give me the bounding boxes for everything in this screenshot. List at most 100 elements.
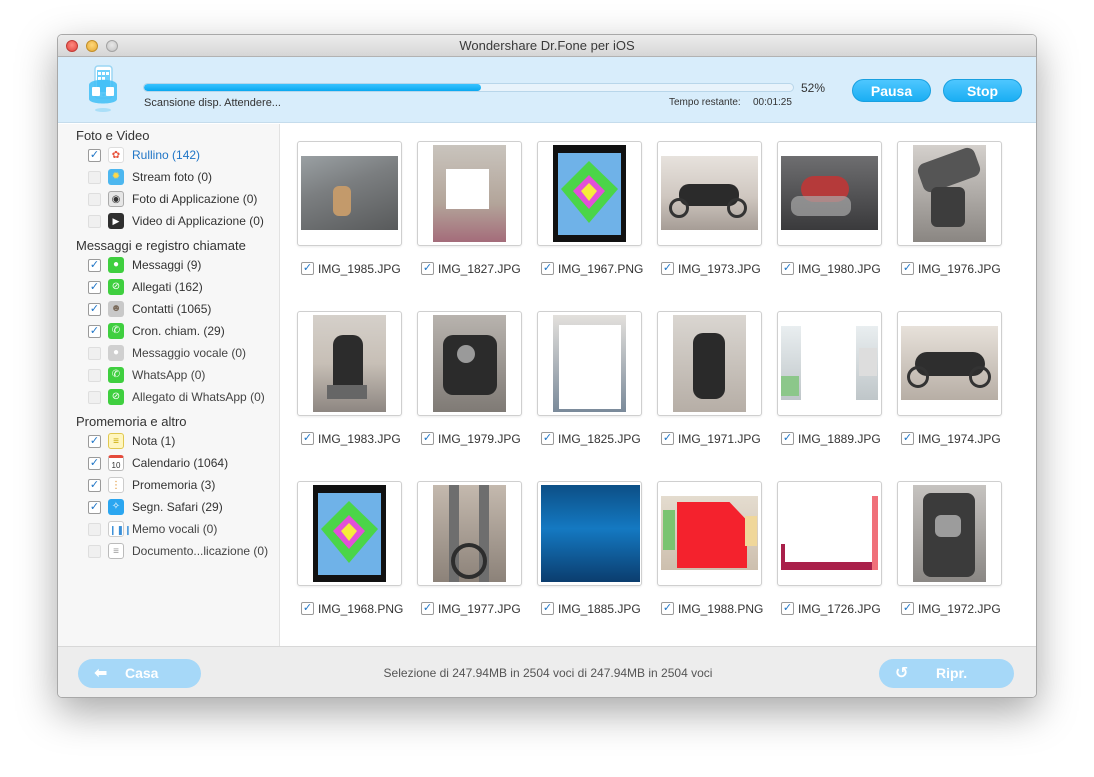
contacts-checkbox[interactable]: ✓ <box>88 303 101 316</box>
sidebar-item-label: Allegati (162) <box>132 280 203 294</box>
sidebar-item-app-videos[interactable]: ▶ Video di Applicazione (0) <box>86 212 276 232</box>
microphone-icon: ● <box>108 345 124 361</box>
photo-checkbox[interactable]: ✓ <box>781 602 794 615</box>
stop-button[interactable]: Stop <box>943 79 1022 102</box>
notes-checkbox[interactable]: ✓ <box>88 435 101 448</box>
photo-stream-icon: ✹ <box>108 169 124 185</box>
whatsapp-attachments-checkbox[interactable] <box>88 391 101 404</box>
photo-thumbnail[interactable] <box>537 481 642 586</box>
safari-icon: ✧ <box>108 499 124 515</box>
photo-thumbnail[interactable] <box>657 311 762 416</box>
photo-checkbox[interactable]: ✓ <box>901 602 914 615</box>
reminders-checkbox[interactable]: ✓ <box>88 479 101 492</box>
photo-checkbox[interactable]: ✓ <box>661 432 674 445</box>
photo-caption: ✓ IMG_1974.JPG <box>901 430 1021 446</box>
sidebar-item-whatsapp-attachments[interactable]: ⊘ Allegato di WhatsApp (0) <box>86 388 276 408</box>
messages-checkbox[interactable]: ✓ <box>88 259 101 272</box>
sidebar-item-safari-bookmarks[interactable]: ✓ ✧ Segn. Safari (29) <box>86 498 276 518</box>
sidebar-item-label: Stream foto (0) <box>132 170 213 184</box>
photo-thumbnail[interactable] <box>897 311 1002 416</box>
voice-memos-checkbox[interactable] <box>88 523 101 536</box>
photo-checkbox[interactable]: ✓ <box>781 432 794 445</box>
photo-checkbox[interactable]: ✓ <box>901 262 914 275</box>
photo-caption: ✓ IMG_1979.JPG <box>421 430 541 446</box>
photo-checkbox[interactable]: ✓ <box>661 262 674 275</box>
photo-checkbox[interactable]: ✓ <box>541 262 554 275</box>
photo-thumbnail[interactable] <box>297 481 402 586</box>
photo-thumbnail[interactable] <box>417 311 522 416</box>
photo-thumbnail[interactable] <box>537 311 642 416</box>
footer-bar: ⬅ Casa Selezione di 247.94MB in 2504 voc… <box>58 646 1036 697</box>
photo-thumbnail[interactable] <box>777 311 882 416</box>
safari-bookmarks-checkbox[interactable]: ✓ <box>88 501 101 514</box>
section-title-notes-other: Promemoria e altro <box>76 414 187 429</box>
photo-checkbox[interactable]: ✓ <box>421 262 434 275</box>
photo-grid: ✓ IMG_1985.JPG ✓ IMG_1827.JPG ✓ IMG_1967.PNG ✓… <box>281 124 1036 646</box>
pause-button[interactable]: Pausa <box>852 79 931 102</box>
app-videos-checkbox[interactable] <box>88 215 101 228</box>
voicemail-checkbox[interactable] <box>88 347 101 360</box>
photo-checkbox[interactable]: ✓ <box>301 262 314 275</box>
photo-thumbnail[interactable] <box>897 481 1002 586</box>
photo-image <box>553 145 626 242</box>
photo-caption: ✓ IMG_1971.JPG <box>661 430 781 446</box>
app-photos-checkbox[interactable] <box>88 193 101 206</box>
photo-checkbox[interactable]: ✓ <box>421 602 434 615</box>
photo-thumbnail[interactable] <box>777 481 882 586</box>
whatsapp-checkbox[interactable] <box>88 369 101 382</box>
sidebar-item-voice-memos[interactable]: ❙❚❙ Memo vocali (0) <box>86 520 276 540</box>
photo-caption: ✓ IMG_1967.PNG <box>541 260 661 276</box>
photo-checkbox[interactable]: ✓ <box>421 432 434 445</box>
sidebar-item-notes[interactable]: ✓ ≡ Nota (1) <box>86 432 276 452</box>
sidebar-item-label: Segn. Safari (29) <box>132 500 223 514</box>
photo-thumbnail[interactable] <box>537 141 642 246</box>
photo-thumbnail[interactable] <box>417 141 522 246</box>
photo-thumbnail[interactable] <box>297 141 402 246</box>
sidebar-item-attachments[interactable]: ✓ ⊘ Allegati (162) <box>86 278 276 298</box>
calendar-checkbox[interactable]: ✓ <box>88 457 101 470</box>
restore-button[interactable]: ↺ Ripr. <box>879 659 1014 688</box>
sidebar-item-label: WhatsApp (0) <box>132 368 206 382</box>
photo-checkbox[interactable]: ✓ <box>541 602 554 615</box>
photo-thumbnail[interactable] <box>657 481 762 586</box>
sidebar-item-camera-roll[interactable]: ✓ ✿ Rullino (142) <box>86 146 276 166</box>
whatsapp-icon: ✆ <box>108 367 124 383</box>
photo-checkbox[interactable]: ✓ <box>541 432 554 445</box>
photo-checkbox[interactable]: ✓ <box>781 262 794 275</box>
photo-thumbnail[interactable] <box>897 141 1002 246</box>
sidebar-item-app-documents[interactable]: ≡ Documento...licazione (0) <box>86 542 276 562</box>
photo-thumbnail[interactable] <box>657 141 762 246</box>
sidebar-item-contacts[interactable]: ✓ ☻ Contatti (1065) <box>86 300 276 320</box>
photo-checkbox[interactable]: ✓ <box>661 602 674 615</box>
photo-checkbox[interactable]: ✓ <box>301 602 314 615</box>
photo-thumbnail[interactable] <box>777 141 882 246</box>
photo-filename: IMG_1827.JPG <box>438 262 521 276</box>
sidebar-item-app-photos[interactable]: ◉ Foto di Applicazione (0) <box>86 190 276 210</box>
attachments-checkbox[interactable]: ✓ <box>88 281 101 294</box>
sidebar-item-reminders[interactable]: ✓ ⋮ Promemoria (3) <box>86 476 276 496</box>
photo-checkbox[interactable]: ✓ <box>301 432 314 445</box>
photo-caption: ✓ IMG_1973.JPG <box>661 260 781 276</box>
sidebar-item-label: Cron. chiam. (29) <box>132 324 225 338</box>
photo-filename: IMG_1976.JPG <box>918 262 1001 276</box>
sidebar-item-calendar[interactable]: ✓ 10 Calendario (1064) <box>86 454 276 474</box>
app-documents-checkbox[interactable] <box>88 545 101 558</box>
photo-caption: ✓ IMG_1983.JPG <box>301 430 421 446</box>
photo-thumbnail[interactable] <box>297 311 402 416</box>
photo-filename: IMG_1980.JPG <box>798 262 881 276</box>
call-history-checkbox[interactable]: ✓ <box>88 325 101 338</box>
photo-stream-checkbox[interactable] <box>88 171 101 184</box>
sidebar-item-whatsapp[interactable]: ✆ WhatsApp (0) <box>86 366 276 386</box>
section-title-messages-calls: Messaggi e registro chiamate <box>76 238 246 253</box>
photo-checkbox[interactable]: ✓ <box>901 432 914 445</box>
sidebar-item-photo-stream[interactable]: ✹ Stream foto (0) <box>86 168 276 188</box>
photo-filename: IMG_1983.JPG <box>318 432 401 446</box>
sidebar-item-call-history[interactable]: ✓ ✆ Cron. chiam. (29) <box>86 322 276 342</box>
sidebar-item-messages[interactable]: ✓ ● Messaggi (9) <box>86 256 276 276</box>
sidebar-item-label: Video di Applicazione (0) <box>132 214 264 228</box>
iphone-icon <box>89 65 117 112</box>
camera-roll-checkbox[interactable]: ✓ <box>88 149 101 162</box>
sidebar-item-voicemail[interactable]: ● Messaggio vocale (0) <box>86 344 276 364</box>
photo-thumbnail[interactable] <box>417 481 522 586</box>
photo-image <box>301 156 398 230</box>
